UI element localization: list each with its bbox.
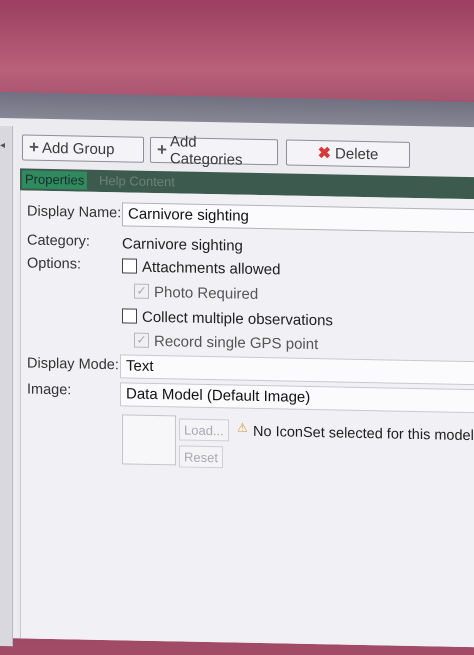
photo-required-checkbox: ✓ xyxy=(134,283,149,299)
warning-message: No IconSet selected for this model. xyxy=(253,423,474,445)
toolbar: + Add Group + Add Categories ✖ Delete xyxy=(16,128,474,173)
collapse-arrow-icon[interactable]: ◂ xyxy=(0,140,5,151)
attachments-allowed-label: Attachments allowed xyxy=(142,258,281,279)
add-group-label: Add Group xyxy=(41,139,115,158)
delete-button[interactable]: ✖ Delete xyxy=(286,139,410,168)
delete-x-icon: ✖ xyxy=(317,145,332,163)
warning-icon: ⚠ xyxy=(237,420,248,435)
plus-icon: + xyxy=(29,137,39,157)
collect-multiple-label: Collect multiple observations xyxy=(142,308,333,330)
record-gps-checkbox: ✓ xyxy=(134,332,149,348)
plus-icon: + xyxy=(157,140,167,160)
category-value: Carnivore sighting xyxy=(122,235,243,255)
image-label: Image: xyxy=(27,381,72,399)
display-name-label: Display Name: xyxy=(27,203,122,222)
image-select[interactable]: Data Model (Default Image) xyxy=(120,382,474,414)
collect-multiple-checkbox[interactable] xyxy=(122,308,137,324)
display-name-input[interactable]: Carnivore sighting xyxy=(122,202,474,234)
record-gps-label: Record single GPS point xyxy=(154,332,319,354)
display-mode-label: Display Mode: xyxy=(27,355,119,374)
photo-required-label: Photo Required xyxy=(154,283,259,303)
app-window: ◂ + Add Group + Add Categories ✖ Delete … xyxy=(0,118,474,648)
add-group-button[interactable]: + Add Group xyxy=(22,134,144,163)
attachments-allowed-checkbox[interactable] xyxy=(122,258,137,274)
reset-button[interactable]: Reset xyxy=(179,445,223,469)
load-button[interactable]: Load... xyxy=(179,418,229,442)
delete-label: Delete xyxy=(335,144,379,163)
display-mode-select[interactable]: Text xyxy=(120,354,474,386)
options-label: Options: xyxy=(27,255,81,273)
image-preview xyxy=(122,414,176,466)
tab-help-content[interactable]: Help Content xyxy=(96,172,178,192)
add-categories-label: Add Categories xyxy=(169,133,243,169)
screen-top-background xyxy=(0,0,474,100)
category-label: Category: xyxy=(27,232,90,250)
left-pane-edge: ◂ xyxy=(0,126,13,647)
tab-properties[interactable]: Properties xyxy=(22,170,88,190)
add-categories-button[interactable]: + Add Categories xyxy=(150,133,278,169)
properties-panel: Display Name: Carnivore sighting Categor… xyxy=(20,190,474,648)
